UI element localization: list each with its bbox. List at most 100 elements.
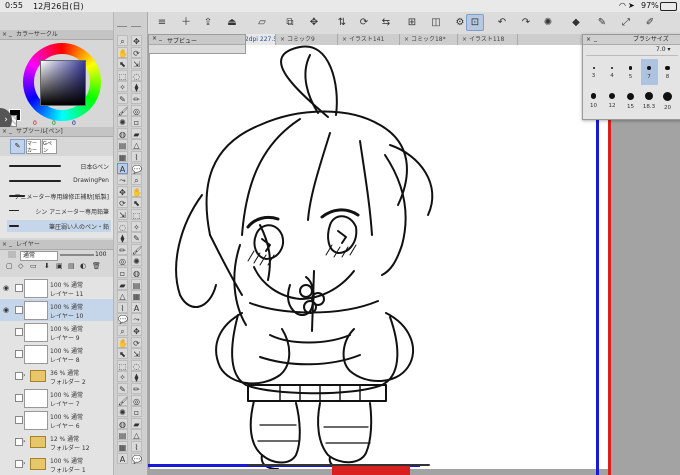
brush-size-option[interactable]: 15: [622, 87, 639, 113]
selection-tool-icon[interactable]: ⬚: [117, 69, 128, 81]
transform-icon[interactable]: ⧉: [282, 15, 298, 30]
folder-expand-icon[interactable]: ›: [23, 460, 25, 467]
brush-size-option[interactable]: 7: [640, 59, 658, 85]
correct-line-icon[interactable]: ⤳: [117, 174, 128, 186]
layer-move-icon-55[interactable]: ⇲: [131, 348, 142, 360]
fullscreen-icon[interactable]: ⤢: [618, 15, 634, 30]
layer-checkbox[interactable]: [15, 328, 23, 336]
ruler-tool-icon-46[interactable]: ⌇: [117, 301, 128, 313]
brush-item[interactable]: アニメーター専用線修正補助[紙製]: [7, 190, 111, 202]
hand-tool-icon-27[interactable]: ✋: [131, 185, 142, 197]
perspective-icon[interactable]: ◫: [428, 15, 444, 30]
ruler-tool-icon[interactable]: ⌇: [131, 151, 142, 162]
blend-tool-icon-66[interactable]: ◍: [117, 417, 128, 429]
zoom-tool-icon-25[interactable]: ⌕: [131, 174, 142, 186]
zoom-tool-icon[interactable]: ⌕: [117, 35, 128, 46]
pen-tool-icon-35[interactable]: ✎: [131, 232, 142, 244]
airbrush-tool-icon-38[interactable]: ◎: [117, 255, 128, 267]
eraser-tool-icon-65[interactable]: ▫: [131, 406, 142, 418]
brush-size-option[interactable]: 5: [622, 59, 639, 85]
new-folder-icon[interactable]: ▭: [30, 262, 37, 270]
rotate-tool-icon-53[interactable]: ⟳: [131, 336, 142, 348]
clear-icon[interactable]: ▱: [254, 15, 270, 30]
move-tool-icon-26[interactable]: ✥: [117, 185, 128, 197]
layer-checkbox[interactable]: [15, 350, 23, 358]
tab-close-icon[interactable]: ×: [462, 36, 469, 43]
decoration-tool-icon-64[interactable]: ✺: [117, 406, 128, 418]
canvas-tab[interactable]: × コミック18*: [400, 34, 458, 45]
lock-icon[interactable]: ▤: [68, 262, 75, 270]
lasso-icon[interactable]: ◌: [131, 69, 142, 81]
ruler-icon[interactable]: ⊞: [404, 15, 420, 30]
text-tool-icon[interactable]: A: [117, 162, 128, 174]
layer-row[interactable]: 100 % 通常 レイヤー 7: [0, 387, 113, 410]
balloon-tool-icon-73[interactable]: 💬: [131, 452, 142, 464]
move-icon[interactable]: ✥: [306, 15, 322, 30]
folder-expand-icon[interactable]: ›: [23, 438, 25, 445]
canvas-tab[interactable]: × イラスト118: [458, 34, 518, 45]
lasso-icon-32[interactable]: ◌: [117, 220, 128, 232]
gradient-tool-icon-68[interactable]: ▤: [117, 429, 128, 441]
minimize-icon[interactable]: _: [594, 34, 597, 43]
figure-tool-icon-69[interactable]: △: [131, 429, 142, 441]
fill-icon[interactable]: ◆: [568, 15, 584, 30]
eyedropper-icon-59[interactable]: ⧫: [131, 371, 142, 383]
brush-size-option[interactable]: 20: [659, 87, 676, 113]
rotate-tool-icon-28[interactable]: ⟳: [117, 197, 128, 209]
layer-color-icon[interactable]: [8, 251, 16, 258]
decoration-tool-icon-39[interactable]: ✺: [131, 255, 142, 267]
brush-item[interactable]: DrawingPen: [7, 175, 111, 187]
layer-checkbox[interactable]: [15, 372, 23, 380]
frame-tool-icon-45[interactable]: ▦: [131, 290, 142, 302]
fill-tool-icon-42[interactable]: ▰: [117, 278, 128, 290]
new-file-icon[interactable]: ＋: [178, 15, 194, 30]
auto-select-icon-58[interactable]: ✧: [117, 371, 128, 383]
pencil-tool-icon-61[interactable]: ✏: [131, 383, 142, 394]
brush-size-option[interactable]: 4: [604, 59, 621, 85]
opacity-slider[interactable]: [60, 254, 94, 256]
eraser-tool-icon-40[interactable]: ▫: [117, 267, 128, 278]
menu-icon[interactable]: ≡: [154, 15, 170, 30]
undo-icon[interactable]: ↶: [494, 15, 510, 30]
layer-row[interactable]: › 100 % 通常 フォルダー 1: [0, 453, 113, 475]
airbrush-tool-icon-63[interactable]: ◎: [131, 394, 142, 406]
selection-tool-icon-56[interactable]: ⬚: [117, 359, 128, 371]
fill-tool-icon[interactable]: ▰: [131, 127, 142, 139]
layer-row[interactable]: 100 % 通常 レイヤー 6: [0, 409, 113, 432]
tab-close-icon[interactable]: ×: [280, 36, 287, 43]
ruler-tool-icon-71[interactable]: ⌇: [131, 441, 142, 452]
blend-mode-select[interactable]: 通常: [20, 251, 58, 261]
layer-row[interactable]: 100 % 通常 レイヤー 9: [0, 321, 113, 344]
move-tool-icon[interactable]: ✥: [131, 35, 142, 46]
tab-pen-icon[interactable]: ✎: [10, 139, 25, 154]
hand-tool-icon-52[interactable]: ✋: [117, 336, 128, 348]
tab-gpen[interactable]: Gペン: [42, 139, 57, 154]
blend-tool-icon[interactable]: ◍: [117, 127, 128, 139]
text-tool-icon-72[interactable]: A: [117, 452, 128, 464]
pen-tool-icon[interactable]: ✎: [117, 93, 128, 104]
layer-row[interactable]: › 36 % 通常 フォルダー 2: [0, 365, 113, 388]
zoom-tool-icon-50[interactable]: ⌕: [117, 325, 128, 336]
fill-tool-icon-67[interactable]: ▰: [131, 417, 142, 429]
flip-icon[interactable]: ⇅: [334, 15, 350, 30]
brush-size-option[interactable]: 18.3: [641, 87, 658, 113]
selection-tool-icon-31[interactable]: ⬚: [131, 209, 142, 220]
frame-tool-icon-70[interactable]: ▦: [117, 441, 128, 452]
balloon-tool-icon-48[interactable]: 💬: [117, 313, 128, 325]
canvas-tab[interactable]: × コミック9: [276, 34, 338, 45]
correct-line-icon-49[interactable]: ⤳: [131, 313, 142, 325]
layer-checkbox[interactable]: [15, 284, 23, 292]
layer-checkbox[interactable]: [15, 306, 23, 314]
edit-icon[interactable]: ✐: [642, 15, 658, 30]
snap-icon[interactable]: ⇆: [378, 15, 394, 30]
layer-row[interactable]: 100 % 通常 レイヤー 8: [0, 343, 113, 366]
layer-checkbox[interactable]: [15, 394, 23, 402]
frame-tool-icon[interactable]: ▦: [117, 151, 128, 162]
layer-row[interactable]: › 12 % 通常 フォルダー 12: [0, 431, 113, 454]
eyedropper-icon-34[interactable]: ⧫: [117, 232, 128, 244]
close-icon[interactable]: ×: [2, 240, 7, 249]
open-icon[interactable]: ⇪: [200, 15, 216, 30]
layer-checkbox[interactable]: [15, 416, 23, 424]
figure-tool-icon-44[interactable]: △: [117, 290, 128, 302]
close-icon[interactable]: ×: [2, 127, 7, 136]
